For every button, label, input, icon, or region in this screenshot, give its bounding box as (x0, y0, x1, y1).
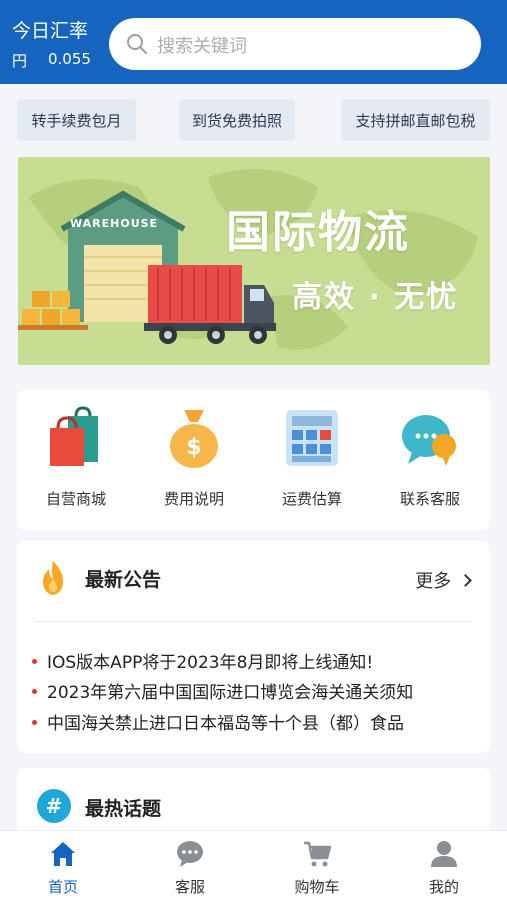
top-bar: 今日汇率 円 0.055 搜索关键词 (0, 0, 507, 84)
bullet-dot (32, 688, 37, 694)
bullet-dot (32, 719, 37, 725)
search-input[interactable]: 搜索关键词 (109, 18, 481, 70)
service-support[interactable]: 联系客服 (371, 390, 489, 530)
chat-icon (177, 841, 203, 867)
search-icon (127, 34, 147, 54)
exchange-rate-unit: 円 (12, 52, 28, 70)
announcement-item[interactable]: 2023年第六届中国国际进口博览会海关通关须知 (32, 678, 413, 703)
announcement-text: 2023年第六届中国国际进口博览会海关通关须知 (47, 683, 414, 703)
calculator-icon (286, 410, 338, 466)
service-estimate-label: 运费估算 (281, 490, 342, 508)
svg-text:$: $ (186, 435, 201, 460)
promo-chip-photo[interactable]: 到货免费拍照 (179, 99, 295, 141)
tab-home[interactable]: 首页 (0, 831, 126, 900)
chevron-right-icon (459, 574, 472, 587)
user-icon (431, 841, 457, 867)
warehouse-label: WAREHOUSE (70, 217, 159, 230)
announcement-text: IOS版本APP将于2023年8月即将上线通知! (47, 653, 374, 673)
tab-profile-label: 我的 (428, 878, 459, 896)
service-support-label: 联系客服 (399, 490, 460, 508)
cart-icon (304, 841, 332, 867)
banner-subtitle: 高效 · 无忧 (292, 280, 459, 315)
chat-bubble-icon (402, 415, 456, 466)
announcement-item[interactable]: 中国海关禁止进口日本福岛等十个县（都）食品 (32, 709, 404, 734)
exchange-rate-value: 0.055 (48, 50, 91, 68)
service-estimate[interactable]: 运费估算 (253, 390, 371, 530)
promo-chip-fee[interactable]: 转手续费包月 (17, 99, 136, 141)
announcements-more-button[interactable]: 更多 (415, 567, 472, 593)
announcements-divider (35, 621, 472, 622)
tab-cart[interactable]: 购物车 (254, 831, 380, 900)
service-shop-label: 自营商城 (45, 490, 106, 508)
fire-icon (43, 561, 63, 595)
banner-title: 国际物流 (226, 207, 410, 258)
announcement-text: 中国海关禁止进口日本福岛等十个县（都）食品 (47, 714, 404, 734)
tab-service-label: 客服 (174, 878, 205, 896)
tab-home-label: 首页 (47, 878, 78, 896)
banner-illustration (18, 169, 478, 350)
bottom-tab-bar: 首页 客服 购物车 我的 (0, 830, 507, 900)
service-fees[interactable]: $ 费用说明 (135, 390, 253, 530)
promo-chip-shipping[interactable]: 支持拼邮直邮包税 (341, 99, 490, 141)
search-placeholder: 搜索关键词 (157, 36, 247, 57)
home-icon (51, 842, 75, 866)
hot-topics-title: 最热话题 (85, 798, 162, 820)
tab-profile[interactable]: 我的 (381, 831, 507, 900)
service-shop[interactable]: 自营商城 (17, 390, 135, 530)
more-label: 更多 (415, 571, 452, 592)
hashtag-icon: # (37, 789, 71, 823)
service-fees-label: 费用说明 (163, 490, 224, 508)
exchange-rate-title: 今日汇率 (12, 20, 89, 42)
shopping-bag-icon (50, 406, 98, 466)
tab-service[interactable]: 客服 (127, 831, 253, 900)
bullet-dot (32, 658, 37, 664)
logistics-banner[interactable]: WAREHOUSE (18, 157, 490, 365)
tab-cart-label: 购物车 (294, 878, 340, 896)
money-bag-icon: $ (170, 410, 218, 468)
announcements-title: 最新公告 (85, 569, 162, 591)
svg-text:#: # (46, 794, 63, 818)
announcement-item[interactable]: IOS版本APP将于2023年8月即将上线通知! (32, 648, 373, 673)
truck-illustration (144, 265, 276, 344)
services-card: 自营商城 $ 费用说明 运费估算 联系客服 (17, 390, 490, 530)
